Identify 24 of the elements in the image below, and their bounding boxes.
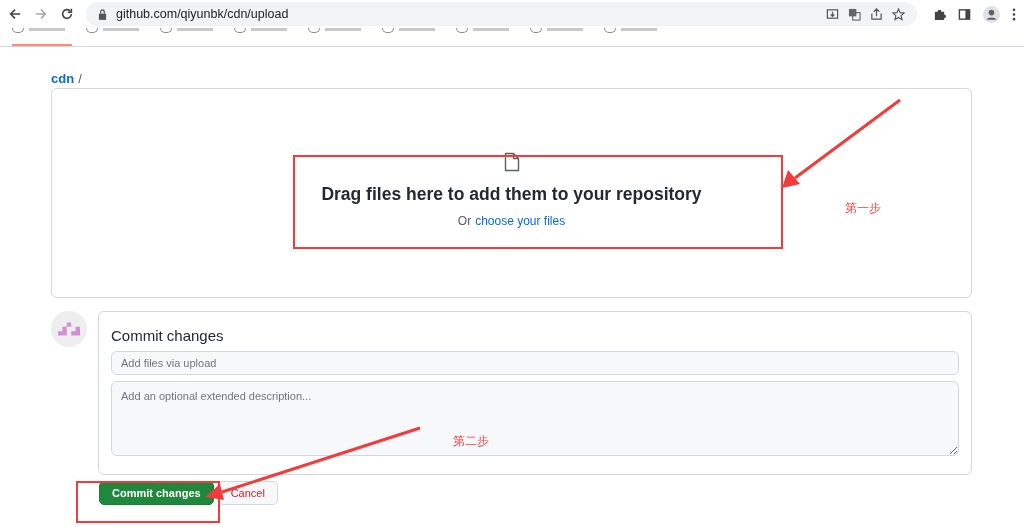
choose-files-link[interactable]: choose your files	[475, 214, 566, 228]
summary-field[interactable]: Add files via upload	[111, 351, 959, 375]
commit-title: Commit changes	[111, 327, 225, 344]
menu-icon[interactable]	[1012, 7, 1016, 21]
profile-icon[interactable]	[983, 5, 1000, 23]
breadcrumb-separator: /	[78, 70, 82, 86]
or-text: Or	[457, 214, 472, 228]
sidebar-icon[interactable]	[958, 7, 971, 21]
annotation-label: 第一步	[845, 200, 881, 217]
annotation-label: 第二步	[453, 433, 489, 450]
star-icon[interactable]	[892, 7, 905, 21]
reload-icon[interactable]	[60, 7, 74, 21]
install-icon[interactable]	[826, 7, 839, 21]
file-icon	[503, 152, 520, 172]
puzzle-icon[interactable]	[933, 7, 946, 21]
repo-link[interactable]: cdn	[51, 70, 75, 86]
back-icon[interactable]	[8, 7, 22, 21]
drop-heading: Drag files here to add them to your repository	[321, 184, 702, 205]
address-bar[interactable]: github.com/qiyunbk/cdn/upload	[86, 2, 917, 26]
translate-icon[interactable]	[848, 7, 861, 21]
share-icon[interactable]	[870, 7, 883, 21]
url-text: github.com/qiyunbk/cdn/upload	[116, 7, 289, 21]
commit-button[interactable]: Commit changes	[99, 481, 214, 505]
lock-icon	[98, 8, 107, 20]
